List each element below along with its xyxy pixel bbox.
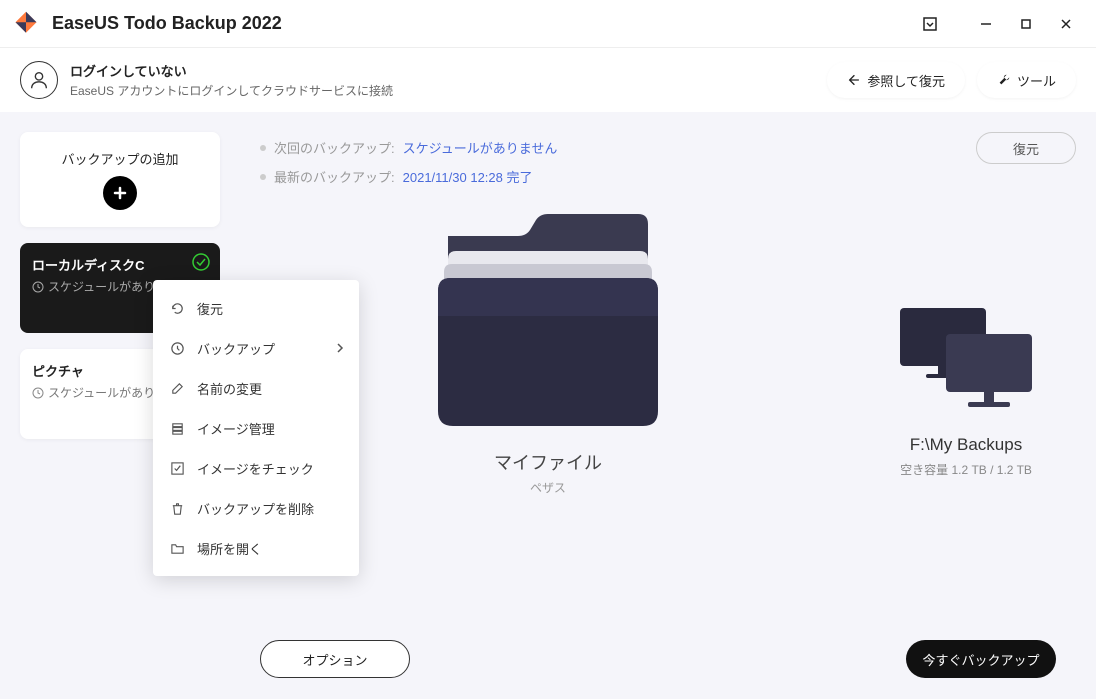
bullet-icon — [260, 174, 266, 180]
clock-icon — [32, 281, 44, 293]
add-backup-label: バックアップの追加 — [61, 149, 178, 168]
ctx-backup[interactable]: バックアップ — [153, 328, 359, 368]
pencil-icon — [169, 380, 185, 396]
stack-icon — [169, 420, 185, 436]
ctx-image-check[interactable]: イメージをチェック — [153, 448, 359, 488]
backup-now-button[interactable]: 今すぐバックアップ — [906, 640, 1056, 678]
dropdown-button[interactable] — [912, 6, 948, 42]
status-lines: 次回のバックアップ: スケジュールがありません 最新のバックアップ: 2021/… — [260, 132, 836, 186]
ctx-image-manage-label: イメージ管理 — [197, 419, 275, 438]
reply-arrow-icon — [847, 73, 861, 87]
right-column: 復元 F:\My Backups 空き容量 1.2 TB / 1.2 TB — [856, 132, 1076, 478]
titlebar: EaseUS Todo Backup 2022 — [0, 0, 1096, 48]
backup-icon — [169, 340, 185, 356]
trash-icon — [169, 500, 185, 516]
bullet-icon — [260, 145, 266, 151]
options-button[interactable]: オプション — [260, 640, 410, 678]
checkbox-icon — [169, 460, 185, 476]
ctx-restore-label: 復元 — [197, 299, 223, 318]
last-backup-label: 最新のバックアップ: — [274, 167, 395, 186]
free-value: 1.2 TB / 1.2 TB — [951, 463, 1031, 477]
context-menu: 復元 バックアップ 名前の変更 イメージ管理 イメージをチェック バックアップを… — [153, 280, 359, 576]
ctx-restore[interactable]: 復元 — [153, 288, 359, 328]
clock-icon — [32, 387, 44, 399]
task-name: ローカルディスクC — [32, 255, 208, 274]
ctx-delete[interactable]: バックアップを削除 — [153, 488, 359, 528]
add-backup-card[interactable]: バックアップの追加 — [20, 132, 220, 227]
next-backup-label: 次回のバックアップ: — [274, 138, 395, 157]
tools-label: ツール — [1017, 71, 1056, 90]
restore-button[interactable]: 復元 — [976, 132, 1076, 164]
ctx-image-manage[interactable]: イメージ管理 — [153, 408, 359, 448]
ctx-delete-label: バックアップを削除 — [197, 499, 314, 518]
last-backup-line: 最新のバックアップ: 2021/11/30 12:28 完了 — [260, 167, 836, 186]
destination-free: 空き容量 1.2 TB / 1.2 TB — [856, 461, 1076, 478]
free-label: 空き容量 — [900, 463, 948, 477]
next-backup-value[interactable]: スケジュールがありません — [403, 138, 558, 157]
avatar-icon[interactable] — [20, 61, 58, 99]
ctx-rename-label: 名前の変更 — [197, 379, 262, 398]
ctx-backup-label: バックアップ — [197, 339, 275, 358]
tools-button[interactable]: ツール — [977, 62, 1076, 98]
ctx-open-location[interactable]: 場所を開く — [153, 528, 359, 568]
wrench-icon — [997, 73, 1011, 87]
browse-restore-label: 参照して復元 — [867, 71, 945, 90]
footer: オプション 今すぐバックアップ — [0, 619, 1096, 699]
chevron-right-icon — [333, 341, 347, 355]
minimize-button[interactable] — [968, 6, 1004, 42]
monitors-icon[interactable] — [896, 304, 1036, 414]
last-backup-value[interactable]: 2021/11/30 12:28 完了 — [403, 167, 533, 186]
big-folder-icon[interactable] — [408, 206, 688, 436]
login-status: ログインしていない — [70, 61, 815, 80]
close-button[interactable] — [1048, 6, 1084, 42]
user-info: ログインしていない EaseUS アカウントにログインしてクラウドサービスに接続 — [70, 61, 815, 99]
login-prompt: EaseUS アカウントにログインしてクラウドサービスに接続 — [70, 82, 815, 99]
restore-icon — [169, 300, 185, 316]
ctx-open-location-label: 場所を開く — [197, 539, 262, 558]
plus-icon — [103, 176, 137, 210]
app-title: EaseUS Todo Backup 2022 — [52, 13, 912, 34]
ctx-rename[interactable]: 名前の変更 — [153, 368, 359, 408]
userbar: ログインしていない EaseUS アカウントにログインしてクラウドサービスに接続… — [0, 48, 1096, 112]
maximize-button[interactable] — [1008, 6, 1044, 42]
next-backup-line: 次回のバックアップ: スケジュールがありません — [260, 138, 836, 157]
app-logo-icon — [12, 10, 40, 38]
ctx-image-check-label: イメージをチェック — [197, 459, 314, 478]
check-badge-icon — [192, 253, 210, 271]
folder-open-icon — [169, 540, 185, 556]
destination-path: F:\My Backups — [856, 435, 1076, 455]
browse-restore-button[interactable]: 参照して復元 — [827, 62, 965, 98]
